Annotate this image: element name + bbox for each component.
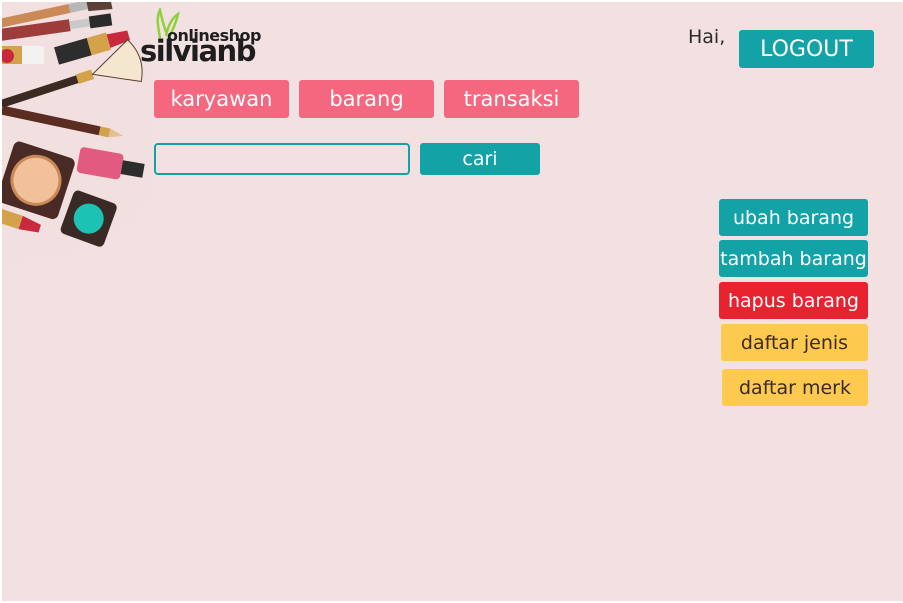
daftar-jenis-button[interactable]: daftar jenis <box>721 324 868 361</box>
logo-name: silvianb <box>140 34 256 68</box>
ubah-barang-button[interactable]: ubah barang <box>719 199 868 236</box>
nav-transaksi-button[interactable]: transaksi <box>444 80 579 118</box>
page: onlineshop silvianb Hai, LOGOUT karyawan… <box>2 2 903 601</box>
site-logo[interactable]: onlineshop silvianb <box>140 8 280 70</box>
makeup-decoration-icon <box>2 2 150 258</box>
nav-barang-button[interactable]: barang <box>299 80 434 118</box>
nav-karyawan-button[interactable]: karyawan <box>154 80 289 118</box>
tambah-barang-button[interactable]: tambah barang <box>719 240 868 277</box>
daftar-merk-button[interactable]: daftar merk <box>722 369 868 406</box>
hapus-barang-button[interactable]: hapus barang <box>719 282 868 319</box>
search-input[interactable] <box>154 143 410 175</box>
greeting-text: Hai, <box>688 26 726 48</box>
logout-button[interactable]: LOGOUT <box>739 30 874 68</box>
search-button[interactable]: cari <box>420 143 540 175</box>
